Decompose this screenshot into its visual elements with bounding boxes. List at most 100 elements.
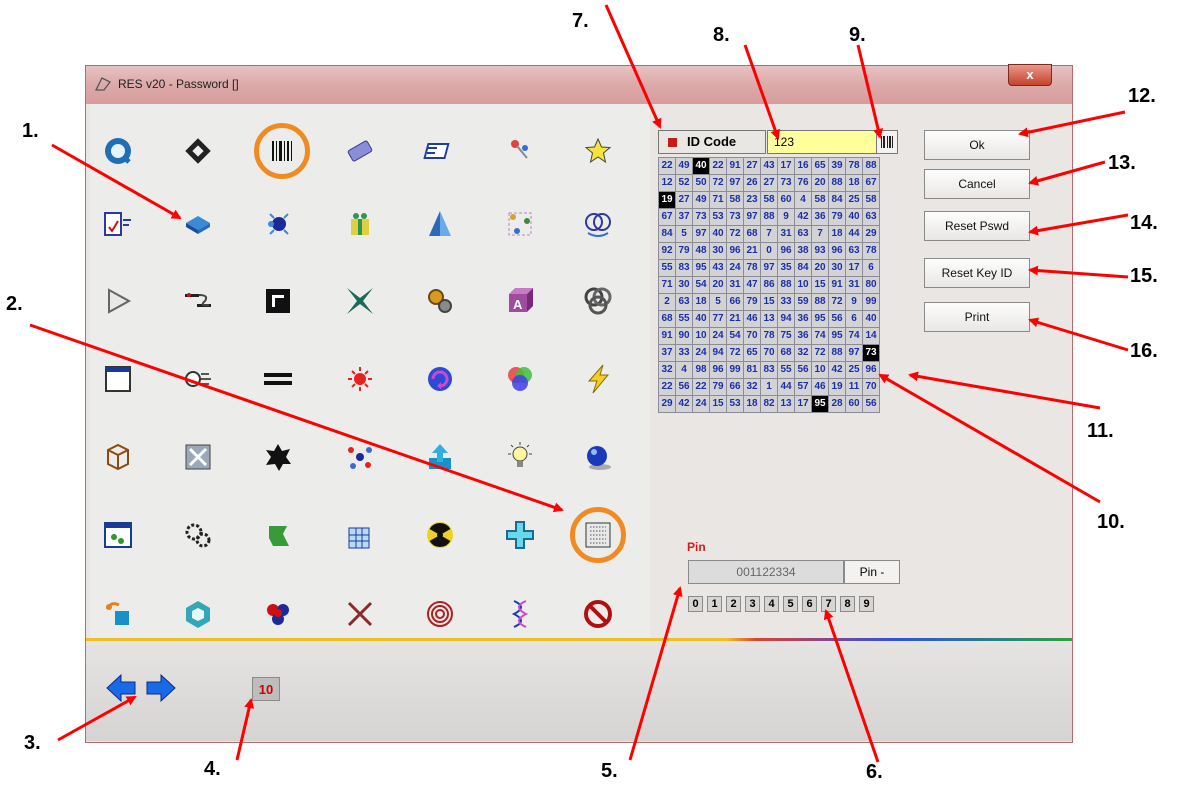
grid-cell: 49 (675, 157, 693, 175)
grid-cell: 79 (743, 293, 761, 311)
print-button[interactable]: Print (924, 302, 1030, 332)
atom-icon[interactable] (338, 435, 382, 479)
callout-8: 8. (713, 24, 730, 46)
pin-digit-3[interactable]: 3 (745, 596, 760, 612)
diamond-arrows-icon[interactable] (176, 129, 220, 173)
grid-cell: 68 (777, 344, 795, 362)
cancel-button[interactable]: Cancel (924, 169, 1030, 199)
grid-cell: 10 (794, 276, 812, 294)
arrow-right-icon[interactable] (144, 671, 178, 705)
pin-digit-0[interactable]: 0 (688, 596, 703, 612)
cog-group-icon[interactable] (176, 513, 220, 557)
lightbulb-icon[interactable] (498, 435, 542, 479)
network-icon[interactable] (498, 202, 542, 246)
gift-icon[interactable] (338, 202, 382, 246)
pin-button[interactable]: Pin - (844, 560, 900, 584)
alphabet-block-icon[interactable]: A (498, 279, 542, 323)
star-icon[interactable] (576, 129, 620, 173)
grid-cell: 10 (692, 327, 710, 345)
window-icon[interactable] (96, 357, 140, 401)
grid-cell: 0 (760, 242, 778, 260)
grid-pad-icon[interactable] (576, 513, 620, 557)
grid-cell: 59 (794, 293, 812, 311)
grid-cell: 78 (743, 259, 761, 277)
grid-row: 92 79 48 30 96 21 0 96 38 93 96 63 78 (658, 242, 880, 260)
speaker-icon[interactable] (176, 357, 220, 401)
quick-icon[interactable] (96, 129, 140, 173)
grid-cell: 40 (709, 225, 727, 243)
grid-cell: 32 (794, 344, 812, 362)
pin-digit-5[interactable]: 5 (783, 596, 798, 612)
play-icon[interactable] (96, 279, 140, 323)
pin-digit-4[interactable]: 4 (764, 596, 779, 612)
pin-digit-1[interactable]: 1 (707, 596, 722, 612)
grid-cell: 79 (709, 378, 727, 396)
id-code-field[interactable]: 123 (767, 130, 877, 154)
callout-3: 3. (24, 732, 41, 754)
pin-digit-6[interactable]: 6 (802, 596, 817, 612)
pin-digit-2[interactable]: 2 (726, 596, 741, 612)
grid-cell: 96 (726, 242, 744, 260)
knot-icon[interactable] (576, 279, 620, 323)
bug-icon[interactable] (256, 202, 300, 246)
x-mark-icon[interactable] (338, 592, 382, 636)
grid-cell: 79 (675, 242, 693, 260)
web-window-icon[interactable] (96, 513, 140, 557)
grid-cell: 42 (675, 395, 693, 413)
cluster-icon[interactable] (256, 592, 300, 636)
barcode-button[interactable] (876, 130, 898, 154)
grid-cell: 15 (760, 293, 778, 311)
reset-password-button[interactable]: Reset Pswd (924, 211, 1030, 241)
refresh-icon[interactable] (418, 357, 462, 401)
grid-cell: 52 (675, 174, 693, 192)
chip-icon[interactable] (176, 202, 220, 246)
tag-icon[interactable] (338, 129, 382, 173)
no-entry-icon[interactable] (576, 592, 620, 636)
title-bar[interactable]: RES v20 - Password [] x (86, 64, 1072, 104)
pushpin-icon[interactable] (498, 129, 542, 173)
share-icon[interactable] (96, 592, 140, 636)
color-circles-icon[interactable] (498, 357, 542, 401)
card-reader-icon[interactable] (418, 129, 462, 173)
target-icon[interactable] (338, 357, 382, 401)
checklist-icon[interactable] (96, 202, 140, 246)
close-button[interactable]: x (1008, 64, 1052, 86)
pin-digit-8[interactable]: 8 (840, 596, 855, 612)
puzzle-icon[interactable] (176, 435, 220, 479)
medical-cross-icon[interactable] (498, 513, 542, 557)
upload-icon[interactable] (418, 435, 462, 479)
grid-cell: 12 (658, 174, 676, 192)
pin-digit-7[interactable]: 7 (821, 596, 836, 612)
blob-icon[interactable] (256, 435, 300, 479)
lightning-icon[interactable] (576, 357, 620, 401)
spiral-icon[interactable] (418, 592, 462, 636)
sphere-icon[interactable] (576, 435, 620, 479)
grid-cell: 6 (862, 259, 880, 277)
square-frame-icon[interactable] (256, 279, 300, 323)
callout-5: 5. (601, 760, 618, 782)
id-code-button[interactable]: ID Code (658, 130, 766, 154)
hex-cube-icon[interactable] (176, 592, 220, 636)
pyramid-icon[interactable] (418, 202, 462, 246)
molecule-icon[interactable] (96, 435, 140, 479)
barcode-icon[interactable] (260, 129, 304, 173)
equals-icon[interactable] (256, 357, 300, 401)
sync-icon[interactable] (576, 202, 620, 246)
pin-field[interactable]: 001122334 (688, 560, 844, 584)
grid-cell: 44 (777, 378, 795, 396)
cube-grid-icon[interactable] (338, 513, 382, 557)
dna-icon[interactable] (498, 592, 542, 636)
plug-icon[interactable] (176, 279, 220, 323)
grid-cell: 15 (811, 276, 829, 294)
grid-cell: 56 (675, 378, 693, 396)
green-arrow-icon[interactable] (256, 513, 300, 557)
pin-digit-9[interactable]: 9 (859, 596, 874, 612)
gears-icon[interactable] (418, 279, 462, 323)
grid-cell: 31 (845, 276, 863, 294)
arrow-left-icon[interactable] (104, 671, 138, 705)
compass-star-icon[interactable] (338, 279, 382, 323)
reset-key-id-button[interactable]: Reset Key ID (924, 258, 1030, 288)
radiation-icon[interactable] (418, 513, 462, 557)
ok-button[interactable]: Ok (924, 130, 1030, 160)
grid-cell: 72 (726, 344, 744, 362)
